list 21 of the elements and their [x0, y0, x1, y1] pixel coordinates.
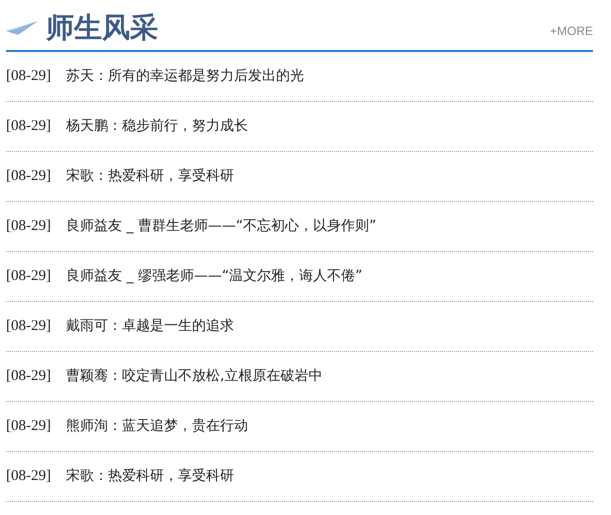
news-date: [08-29] — [6, 67, 52, 86]
news-link[interactable]: 良师益友 _ 缪强老师——“温文尔雅，诲人不倦” — [66, 266, 362, 287]
news-link[interactable]: 宋歌：热爱科研，享受科研 — [66, 166, 234, 187]
news-date: [08-29] — [6, 167, 52, 186]
news-date: [08-29] — [6, 117, 52, 136]
news-date: [08-29] — [6, 367, 52, 386]
more-link[interactable]: +MORE — [550, 22, 593, 50]
news-link[interactable]: 宋歌：热爱科研，享受科研 — [66, 466, 234, 487]
news-date: [08-29] — [6, 417, 52, 436]
news-link[interactable]: 戴雨可：卓越是一生的追求 — [66, 316, 234, 337]
news-link[interactable]: 良师益友 _ 曹群生老师——“不忘初心，以身作则” — [66, 216, 376, 237]
news-link[interactable]: 熊师洵：蓝天追梦，贵在行动 — [66, 416, 248, 437]
news-date: [08-29] — [6, 467, 52, 486]
paper-plane-icon — [6, 21, 38, 35]
news-link[interactable]: 杨天鹏：稳步前行，努力成长 — [66, 116, 248, 137]
news-link[interactable]: 苏天：所有的幸运都是努力后发出的光 — [66, 66, 304, 87]
section-title: 师生风采 — [46, 14, 158, 42]
news-link[interactable]: 曹颖骞：咬定青山不放松,立根原在破岩中 — [66, 366, 322, 387]
news-date: [08-29] — [6, 267, 52, 286]
news-date: [08-29] — [6, 317, 52, 336]
news-date: [08-29] — [6, 217, 52, 236]
